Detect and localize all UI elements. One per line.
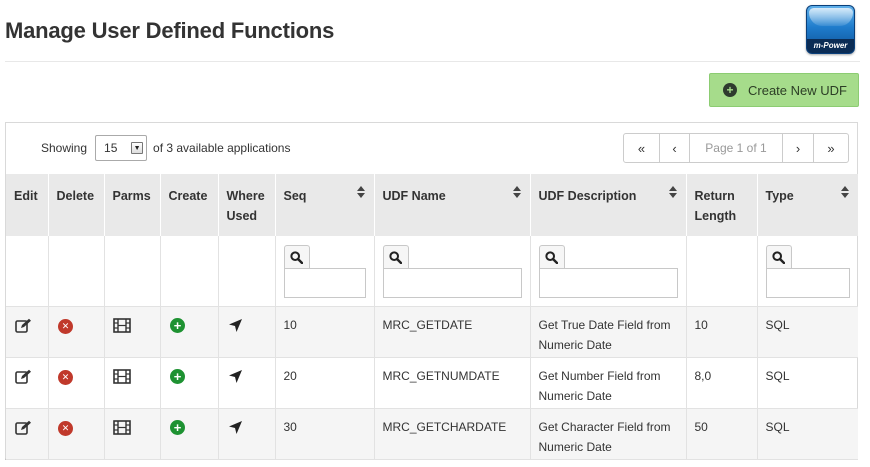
available-count-text: of 3 available applications: [153, 141, 291, 155]
edit-icon[interactable]: [14, 368, 32, 386]
col-udf-name[interactable]: UDF Name: [373, 174, 530, 236]
create-new-udf-label: Create New UDF: [748, 82, 847, 98]
film-parms-icon[interactable]: [112, 368, 131, 386]
location-arrow-icon[interactable]: [227, 368, 245, 386]
mpower-logo: m-Power: [806, 5, 855, 54]
udf-table: Edit Delete Parms Create Where Used Seq …: [6, 174, 858, 460]
col-create: Create: [159, 174, 218, 236]
create-icon[interactable]: +: [169, 368, 187, 386]
type-cell: SQL: [756, 306, 858, 358]
page-size-select[interactable]: 15 ▼: [95, 135, 148, 161]
udf-grid-panel: Showing 15 ▼ of 3 available applications…: [5, 122, 858, 460]
last-page-icon: »: [827, 140, 835, 156]
table-row: ✕ + 30 MRC_GETCHARDATE Get Character Fie…: [6, 408, 858, 460]
page-title: Manage User Defined Functions: [5, 18, 335, 43]
return-length-cell: 10: [685, 306, 757, 358]
col-edit: Edit: [6, 174, 48, 236]
first-page-button[interactable]: «: [623, 133, 660, 163]
udf-description-filter-input[interactable]: [538, 268, 678, 298]
udf-name-cell: MRC_GETNUMDATE: [373, 357, 530, 409]
return-length-cell: 8,0: [685, 357, 757, 409]
col-where-used: Where Used: [217, 174, 275, 236]
udf-name-search-button[interactable]: [382, 245, 409, 268]
udf-description-cell: Get Number Field from Numeric Date: [529, 357, 686, 409]
delete-icon[interactable]: ✕: [57, 368, 75, 386]
next-page-button[interactable]: ›: [782, 133, 814, 163]
col-delete: Delete: [47, 174, 104, 236]
search-icon: [545, 250, 558, 264]
location-arrow-icon[interactable]: [227, 317, 245, 335]
plus-circle-icon: +: [723, 83, 737, 97]
return-length-cell: 50: [685, 408, 757, 460]
chevron-down-icon[interactable]: ▼: [131, 142, 144, 154]
film-parms-icon[interactable]: [112, 419, 131, 437]
edit-icon[interactable]: [14, 419, 32, 437]
page-indicator: Page 1 of 1: [689, 133, 783, 163]
seq-cell: 20: [274, 357, 374, 409]
seq-filter-input[interactable]: [283, 268, 366, 298]
type-cell: SQL: [756, 408, 858, 460]
col-parms: Parms: [103, 174, 160, 236]
type-cell: SQL: [756, 357, 858, 409]
logo-text: m-Power: [807, 39, 854, 53]
title-divider: [5, 61, 860, 62]
seq-cell: 30: [274, 408, 374, 460]
next-page-icon: ›: [795, 140, 801, 156]
type-search-button[interactable]: [765, 245, 792, 268]
seq-cell: 10: [274, 306, 374, 358]
page-size-value: 15: [104, 141, 118, 155]
location-arrow-icon[interactable]: [227, 419, 245, 437]
col-seq[interactable]: Seq: [274, 174, 374, 236]
sort-icon[interactable]: [512, 186, 521, 198]
delete-icon[interactable]: ✕: [57, 419, 75, 437]
pagination: « ‹ Page 1 of 1 › »: [623, 133, 849, 163]
udf-name-cell: MRC_GETDATE: [373, 306, 530, 358]
search-icon: [389, 250, 402, 264]
film-parms-icon[interactable]: [112, 317, 131, 335]
create-icon[interactable]: +: [169, 317, 187, 335]
table-row: ✕ + 20 MRC_GETNUMDATE Get Number Field f…: [6, 357, 858, 409]
col-return-length: Return Length: [685, 174, 757, 236]
type-filter-input[interactable]: [765, 268, 850, 298]
udf-name-cell: MRC_GETCHARDATE: [373, 408, 530, 460]
prev-page-button[interactable]: ‹: [659, 133, 690, 163]
col-type[interactable]: Type: [756, 174, 858, 236]
udf-description-cell: Get Character Field from Numeric Date: [529, 408, 686, 460]
filter-row: [6, 236, 858, 307]
first-page-icon: «: [637, 140, 646, 156]
sort-icon[interactable]: [841, 186, 849, 198]
udf-description-cell: Get True Date Field from Numeric Date: [529, 306, 686, 358]
table-row: ✕ + 10 MRC_GETDATE Get True Date Field f…: [6, 306, 858, 358]
delete-icon[interactable]: ✕: [57, 317, 75, 335]
sort-icon[interactable]: [668, 186, 677, 198]
prev-page-icon: ‹: [672, 140, 677, 156]
page-size-control: Showing 15 ▼ of 3 available applications: [41, 135, 290, 161]
table-header-row: Edit Delete Parms Create Where Used Seq …: [6, 174, 858, 236]
udf-description-search-button[interactable]: [538, 245, 565, 268]
edit-icon[interactable]: [14, 317, 32, 335]
showing-label: Showing: [41, 141, 88, 155]
col-udf-description[interactable]: UDF Description: [529, 174, 686, 236]
udf-name-filter-input[interactable]: [382, 268, 522, 298]
search-icon: [772, 250, 785, 264]
sort-icon[interactable]: [356, 186, 365, 198]
create-new-udf-button[interactable]: + Create New UDF: [709, 73, 859, 107]
create-icon[interactable]: +: [169, 419, 187, 437]
last-page-button[interactable]: »: [813, 133, 849, 163]
search-icon: [290, 250, 303, 264]
seq-search-button[interactable]: [283, 245, 310, 268]
